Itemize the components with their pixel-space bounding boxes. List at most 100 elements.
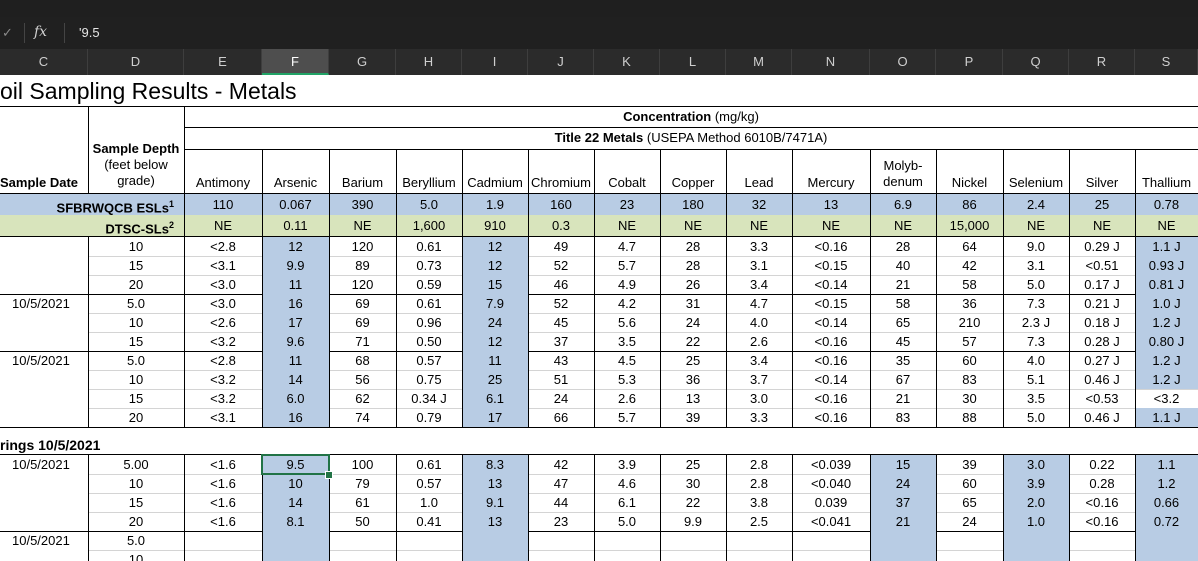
data-cell[interactable]: 2.6 [726,332,792,351]
data-cell[interactable]: 3.8 [726,493,792,512]
data-cell[interactable]: 5.3 [594,370,660,389]
column-header-o[interactable]: O [870,49,936,75]
data-cell[interactable]: 3.4 [726,351,792,370]
data-cell[interactable] [1135,531,1198,550]
data-cell[interactable] [1069,550,1135,561]
data-cell[interactable]: <0.14 [792,370,870,389]
data-cell[interactable]: 14 [262,493,329,512]
data-cell[interactable]: <3.2 [1135,389,1198,408]
data-cell[interactable]: 2.5 [726,512,792,531]
screening-value[interactable]: NE [660,215,726,236]
data-cell[interactable]: 37 [870,493,936,512]
fill-handle[interactable] [325,471,333,479]
screening-value[interactable]: 25 [1069,194,1135,215]
screening-value[interactable]: NE [1135,215,1198,236]
sample-date-cell[interactable] [12,313,88,332]
data-cell[interactable]: 15 [870,455,936,474]
screening-value[interactable]: NE [870,215,936,236]
data-cell[interactable]: 65 [936,493,1003,512]
data-cell[interactable]: 61 [329,493,396,512]
data-cell[interactable]: 1.0 [1003,512,1069,531]
data-cell[interactable]: 0.28 J [1069,332,1135,351]
data-cell[interactable] [528,550,594,561]
data-cell[interactable]: 45 [870,332,936,351]
data-cell[interactable]: 0.22 [1069,455,1135,474]
data-cell[interactable]: 11 [262,275,329,294]
data-cell[interactable]: 0.28 [1069,474,1135,493]
sample-date-cell[interactable] [12,237,88,256]
data-cell[interactable]: <0.16 [792,237,870,256]
screening-value[interactable]: 0.11 [262,215,329,236]
data-cell[interactable]: 11 [462,351,528,370]
sample-date-cell[interactable] [12,408,88,427]
data-cell[interactable]: 8.3 [462,455,528,474]
data-cell[interactable]: 47 [528,474,594,493]
data-cell[interactable]: 69 [329,313,396,332]
column-header-e[interactable]: E [184,49,262,75]
data-cell[interactable]: 25 [660,455,726,474]
data-cell[interactable]: 0.61 [396,237,462,256]
active-cell-selection[interactable] [261,454,330,475]
check-icon[interactable]: ✓ [2,23,18,43]
data-cell[interactable]: 62 [329,389,396,408]
data-cell[interactable]: 24 [462,313,528,332]
data-cell[interactable]: 21 [870,512,936,531]
data-cell[interactable]: 28 [660,237,726,256]
data-cell[interactable]: 24 [660,313,726,332]
data-cell[interactable] [936,531,1003,550]
data-cell[interactable]: 0.57 [396,351,462,370]
data-cell[interactable]: 12 [262,237,329,256]
sample-date-cell[interactable] [12,389,88,408]
data-cell[interactable]: 42 [936,256,1003,275]
data-cell[interactable] [184,531,262,550]
data-cell[interactable]: 3.3 [726,237,792,256]
data-cell[interactable]: <0.15 [792,294,870,313]
data-cell[interactable]: 2.6 [594,389,660,408]
column-header-s[interactable]: S [1135,49,1198,75]
data-cell[interactable]: <0.14 [792,313,870,332]
data-cell[interactable]: 0.27 J [1069,351,1135,370]
sample-depth-cell[interactable]: 5.0 [88,531,184,550]
data-cell[interactable]: 31 [660,294,726,313]
data-cell[interactable]: 1.1 J [1135,237,1198,256]
data-cell[interactable]: 39 [936,455,1003,474]
data-cell[interactable]: 9.9 [262,256,329,275]
data-cell[interactable]: 3.5 [1003,389,1069,408]
data-cell[interactable]: 1.1 J [1135,408,1198,427]
data-cell[interactable]: 1.0 J [1135,294,1198,313]
data-cell[interactable]: <3.1 [184,256,262,275]
data-cell[interactable]: 1.1 [1135,455,1198,474]
data-cell[interactable]: 36 [660,370,726,389]
data-cell[interactable]: 37 [528,332,594,351]
sample-depth-cell[interactable]: 10 [88,370,184,389]
formula-input[interactable]: '9.5 [79,23,679,43]
data-cell[interactable]: 17 [462,408,528,427]
data-cell[interactable]: 1.0 [396,493,462,512]
data-cell[interactable]: 43 [528,351,594,370]
data-cell[interactable]: 44 [528,493,594,512]
sample-depth-cell[interactable]: 15 [88,493,184,512]
data-cell[interactable]: 2.8 [726,474,792,493]
data-cell[interactable]: 45 [528,313,594,332]
data-cell[interactable] [726,531,792,550]
data-cell[interactable]: 0.17 J [1069,275,1135,294]
data-cell[interactable]: 6.0 [262,389,329,408]
data-cell[interactable]: 88 [936,408,1003,427]
column-header-g[interactable]: G [329,49,396,75]
data-cell[interactable]: 0.61 [396,455,462,474]
data-cell[interactable]: 3.1 [1003,256,1069,275]
data-cell[interactable]: 67 [870,370,936,389]
screening-value[interactable]: 1,600 [396,215,462,236]
data-cell[interactable] [1135,550,1198,561]
column-header-i[interactable]: I [462,49,528,75]
sample-depth-cell[interactable]: 5.00 [88,455,184,474]
screening-value[interactable]: 5.0 [396,194,462,215]
sample-date-cell[interactable] [12,275,88,294]
data-cell[interactable]: 1.2 J [1135,351,1198,370]
data-cell[interactable]: <2.6 [184,313,262,332]
data-cell[interactable]: 2.3 J [1003,313,1069,332]
data-cell[interactable]: <0.16 [792,351,870,370]
data-cell[interactable]: 0.61 [396,294,462,313]
data-cell[interactable]: 3.0 [726,389,792,408]
data-cell[interactable]: 0.66 [1135,493,1198,512]
